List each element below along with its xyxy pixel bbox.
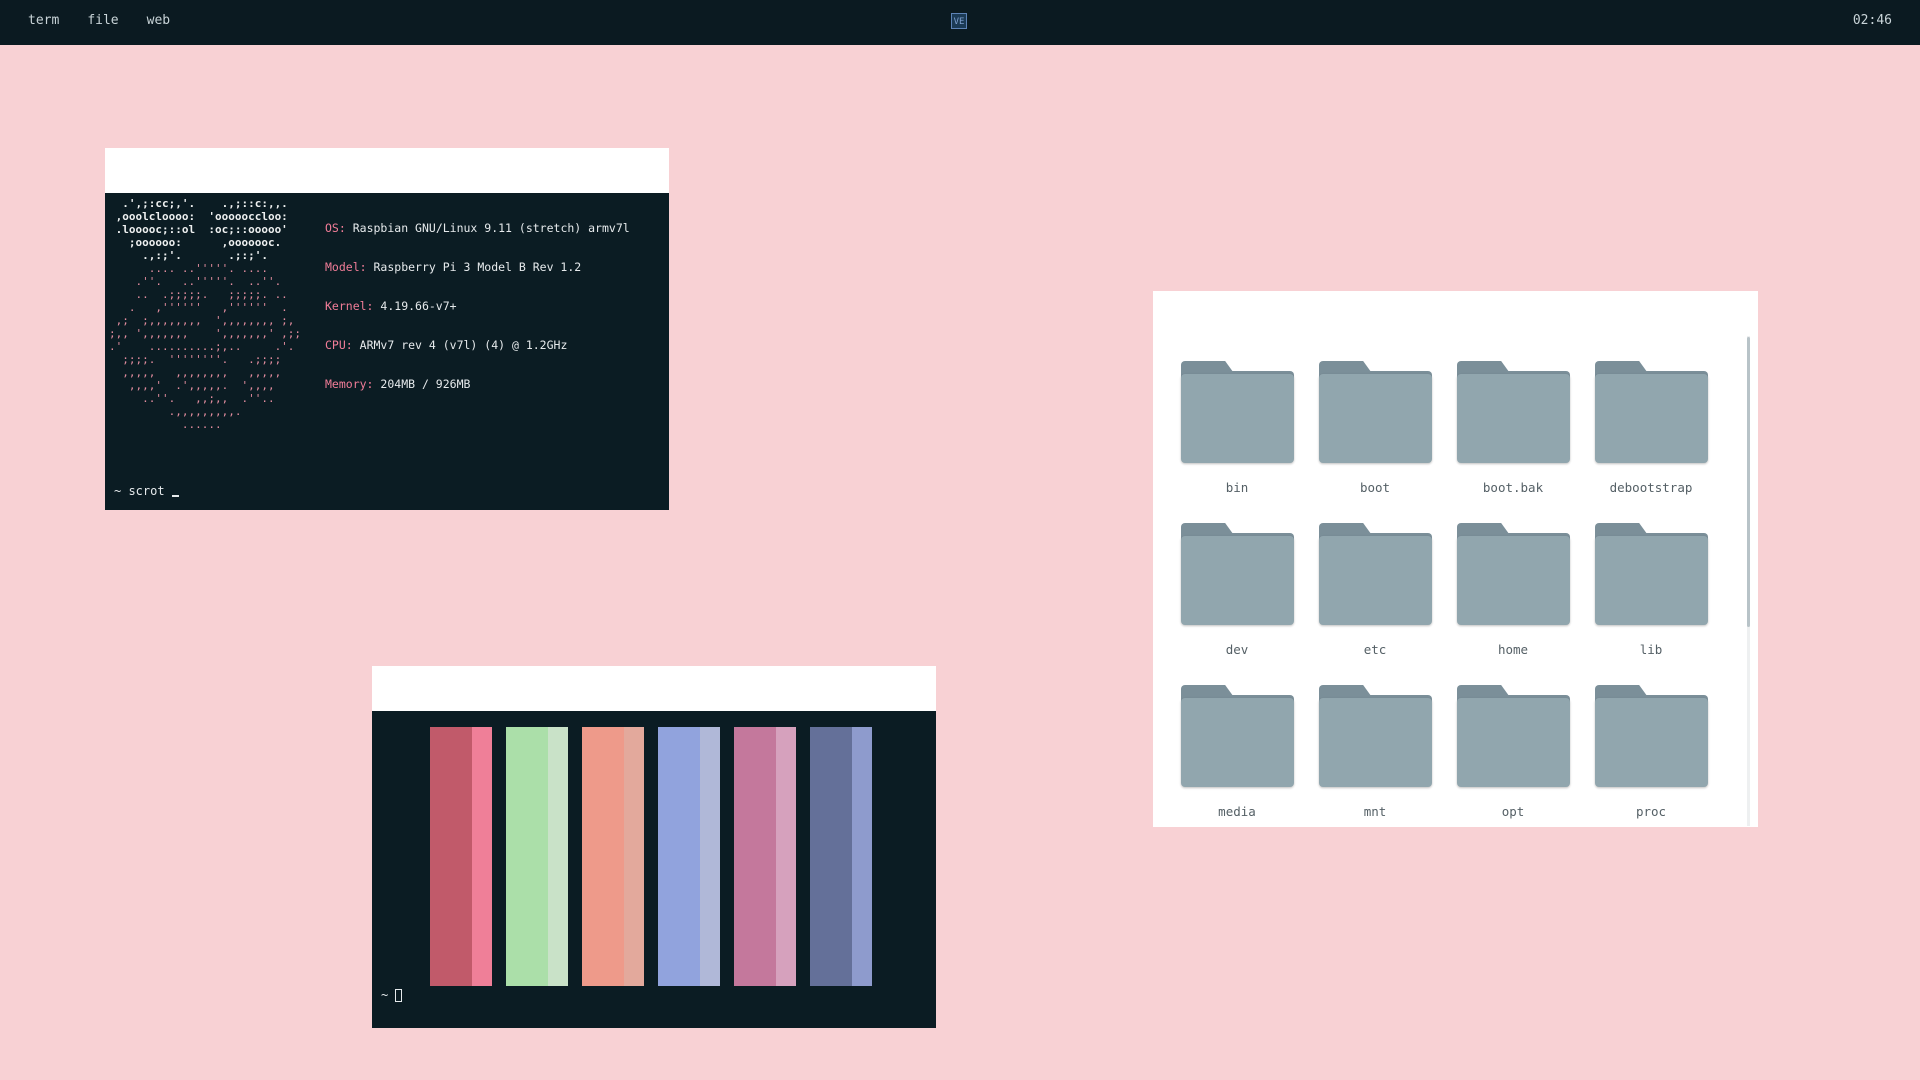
color-bar [734,727,796,986]
color-swatch-normal [430,727,472,986]
color-bar [658,727,720,986]
folder-item[interactable]: mnt [1306,685,1444,824]
window-titlebar[interactable] [105,148,669,193]
folder-item[interactable]: dev [1168,523,1306,662]
color-swatch-bright [700,727,720,986]
info-cpu: CPU: ARMv7 rev 4 (v7l) (4) @ 1.2GHz [325,338,568,352]
workspace-badge[interactable]: VE [951,13,967,29]
folder-icon [1318,523,1432,625]
folder-label: proc [1635,804,1667,819]
folder-label: bin [1225,480,1249,495]
folder-icon [1594,523,1708,625]
folder-item[interactable]: boot [1306,361,1444,500]
folder-icon [1456,523,1570,625]
folder-item[interactable]: debootstrap [1582,361,1720,500]
folder-label: opt [1501,804,1525,819]
folder-icon [1180,361,1294,463]
folder-icon [1180,685,1294,787]
color-swatch-bright [776,727,796,986]
folder-label: etc [1363,642,1387,657]
folder-icon [1456,685,1570,787]
terminal-body[interactable]: .',;:cc;,'. .,;::c:,,. ,ooolcloooo: 'ooo… [105,193,669,510]
folder-icon [1456,361,1570,463]
command-prompt[interactable]: ~ scrot [114,485,179,498]
folder-icon [1180,523,1294,625]
folder-label: media [1218,804,1256,819]
folder-label: dev [1225,642,1249,657]
color-swatch-bright [548,727,568,986]
window-titlebar[interactable] [372,666,936,711]
folder-label: lib [1639,642,1663,657]
color-swatch-bright [624,727,644,986]
folder-grid: bin boot boot.bak debootstrap dev etc home lib m… [1168,361,1728,824]
menu-file[interactable]: file [87,13,118,28]
folder-label: home [1497,642,1529,657]
prompt-text: ~ [381,988,389,1002]
color-swatch-normal [734,727,776,986]
terminal-window-colors[interactable]: ~ [372,666,936,1028]
clock: 02:46 [1852,13,1892,28]
folder-icon [1594,361,1708,463]
color-swatch-normal [582,727,624,986]
folder-item[interactable]: boot.bak [1444,361,1582,500]
folder-icon [1318,685,1432,787]
color-swatch-normal [810,727,852,986]
terminal-body[interactable]: ~ [372,711,936,1028]
color-swatch-bright [472,727,492,986]
menu-web[interactable]: web [147,13,170,28]
system-info: OS: Raspbian GNU/Linux 9.11 (stretch) ar… [325,196,630,417]
color-bar [582,727,644,986]
top-menu: term file web [28,13,170,28]
folder-label: boot [1359,480,1391,495]
info-model: Model: Raspberry Pi 3 Model B Rev 1.2 [325,260,582,274]
folder-item[interactable]: home [1444,523,1582,662]
folder-item[interactable]: lib [1582,523,1720,662]
folder-label: mnt [1363,804,1387,819]
info-kernel: Kernel: 4.19.66-v7+ [325,299,457,313]
color-swatch-normal [658,727,700,986]
raspberry-logo-ascii: .',;:cc;,'. .,;::c:,,. ,ooolcloooo: 'ooo… [109,197,302,431]
terminal-window-neofetch[interactable]: .',;:cc;,'. .,;::c:,,. ,ooolcloooo: 'ooo… [105,148,669,510]
folder-icon [1318,361,1432,463]
folder-item[interactable]: media [1168,685,1306,824]
color-palette [430,727,872,986]
top-bar: term file web VE 02:46 [0,0,1920,45]
text-cursor [395,989,403,1002]
color-bar [810,727,872,986]
folder-item[interactable]: opt [1444,685,1582,824]
folder-label: debootstrap [1609,480,1693,495]
color-swatch-normal [506,727,548,986]
info-memory: Memory: 204MB / 926MB [325,377,471,391]
color-bar [430,727,492,986]
text-cursor [171,495,179,497]
folder-item[interactable]: etc [1306,523,1444,662]
folder-item[interactable]: proc [1582,685,1720,824]
info-os: OS: Raspbian GNU/Linux 9.11 (stretch) ar… [325,221,630,235]
prompt-text: ~ scrot [114,484,165,498]
command-prompt[interactable]: ~ [381,988,403,1002]
folder-icon [1594,685,1708,787]
menu-term[interactable]: term [28,13,59,28]
color-swatch-bright [852,727,872,986]
file-manager-window[interactable]: bin boot boot.bak debootstrap dev etc home lib m… [1153,291,1758,827]
scrollbar-thumb[interactable] [1747,337,1750,627]
folder-label: boot.bak [1482,480,1544,495]
folder-item[interactable]: bin [1168,361,1306,500]
color-bar [506,727,568,986]
